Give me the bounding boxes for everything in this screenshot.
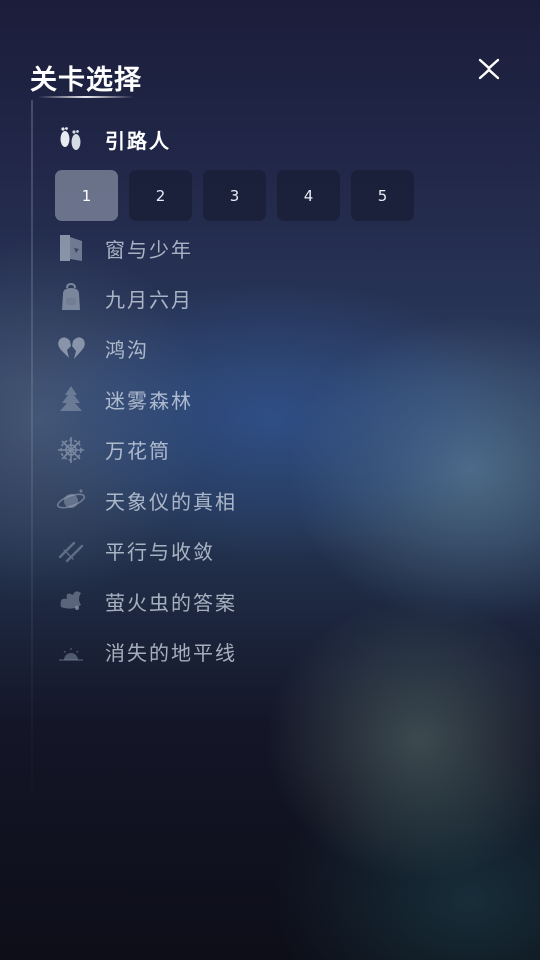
stage-button-4[interactable]: 4 <box>277 170 340 221</box>
stage-button-2[interactable]: 2 <box>129 170 192 221</box>
level-label: 鸿沟 <box>105 338 149 363</box>
level-label: 迷雾森林 <box>105 388 193 413</box>
level-item-honggou[interactable]: 鸿沟 <box>54 324 494 375</box>
close-x-icon <box>478 58 500 80</box>
footprints-icon <box>54 122 88 156</box>
kaleidoscope-icon <box>54 433 88 467</box>
level-label: 引路人 <box>105 128 171 153</box>
backpack-icon <box>54 281 88 315</box>
level-item-jiuyueliuyue[interactable]: 九月六月 <box>54 273 494 324</box>
planet-icon <box>54 483 88 517</box>
level-item-chuangyushaonian[interactable]: 窗与少年 <box>54 223 494 273</box>
level-item-yinghuochong[interactable]: 萤火虫的答案 <box>54 576 494 627</box>
level-label: 萤火虫的答案 <box>105 590 237 615</box>
sunset-icon <box>54 635 88 669</box>
level-item-pingxingyushoulian[interactable]: 平行与收敛 <box>54 526 494 577</box>
level-label: 窗与少年 <box>105 237 193 262</box>
stage-button-5[interactable]: 5 <box>351 170 414 221</box>
panel-divider-line <box>31 100 33 820</box>
level-label: 消失的地平线 <box>105 641 237 666</box>
page-title: 关卡选择 <box>30 65 142 96</box>
level-label: 平行与收敛 <box>105 540 215 565</box>
close-button[interactable] <box>474 54 504 84</box>
level-item-wanhuatong[interactable]: 万花筒 <box>54 425 494 476</box>
stage-selector: 1 2 3 4 5 <box>55 170 494 221</box>
level-item-tianxiangyi[interactable]: 天象仪的真相 <box>54 475 494 526</box>
parallel-lines-icon <box>54 534 88 568</box>
stage-button-3[interactable]: 3 <box>203 170 266 221</box>
level-list: 引路人 1 2 3 4 5 窗与少年 九月六月 鸿沟 迷雾森林 万花筒 天象仪的… <box>54 118 494 677</box>
stage-button-1[interactable]: 1 <box>55 170 118 221</box>
firefly-icon <box>54 584 88 618</box>
tree-icon <box>54 382 88 416</box>
level-label: 万花筒 <box>105 439 171 464</box>
level-label: 天象仪的真相 <box>105 489 237 514</box>
broken-heart-icon <box>54 332 88 366</box>
level-label: 九月六月 <box>105 287 193 312</box>
door-icon <box>54 231 88 265</box>
level-item-xiaoshidedipingxian[interactable]: 消失的地平线 <box>54 627 494 678</box>
level-item-yinluren[interactable]: 引路人 <box>54 118 494 160</box>
level-item-miwusenlin[interactable]: 迷雾森林 <box>54 374 494 425</box>
title-underline <box>38 96 134 98</box>
